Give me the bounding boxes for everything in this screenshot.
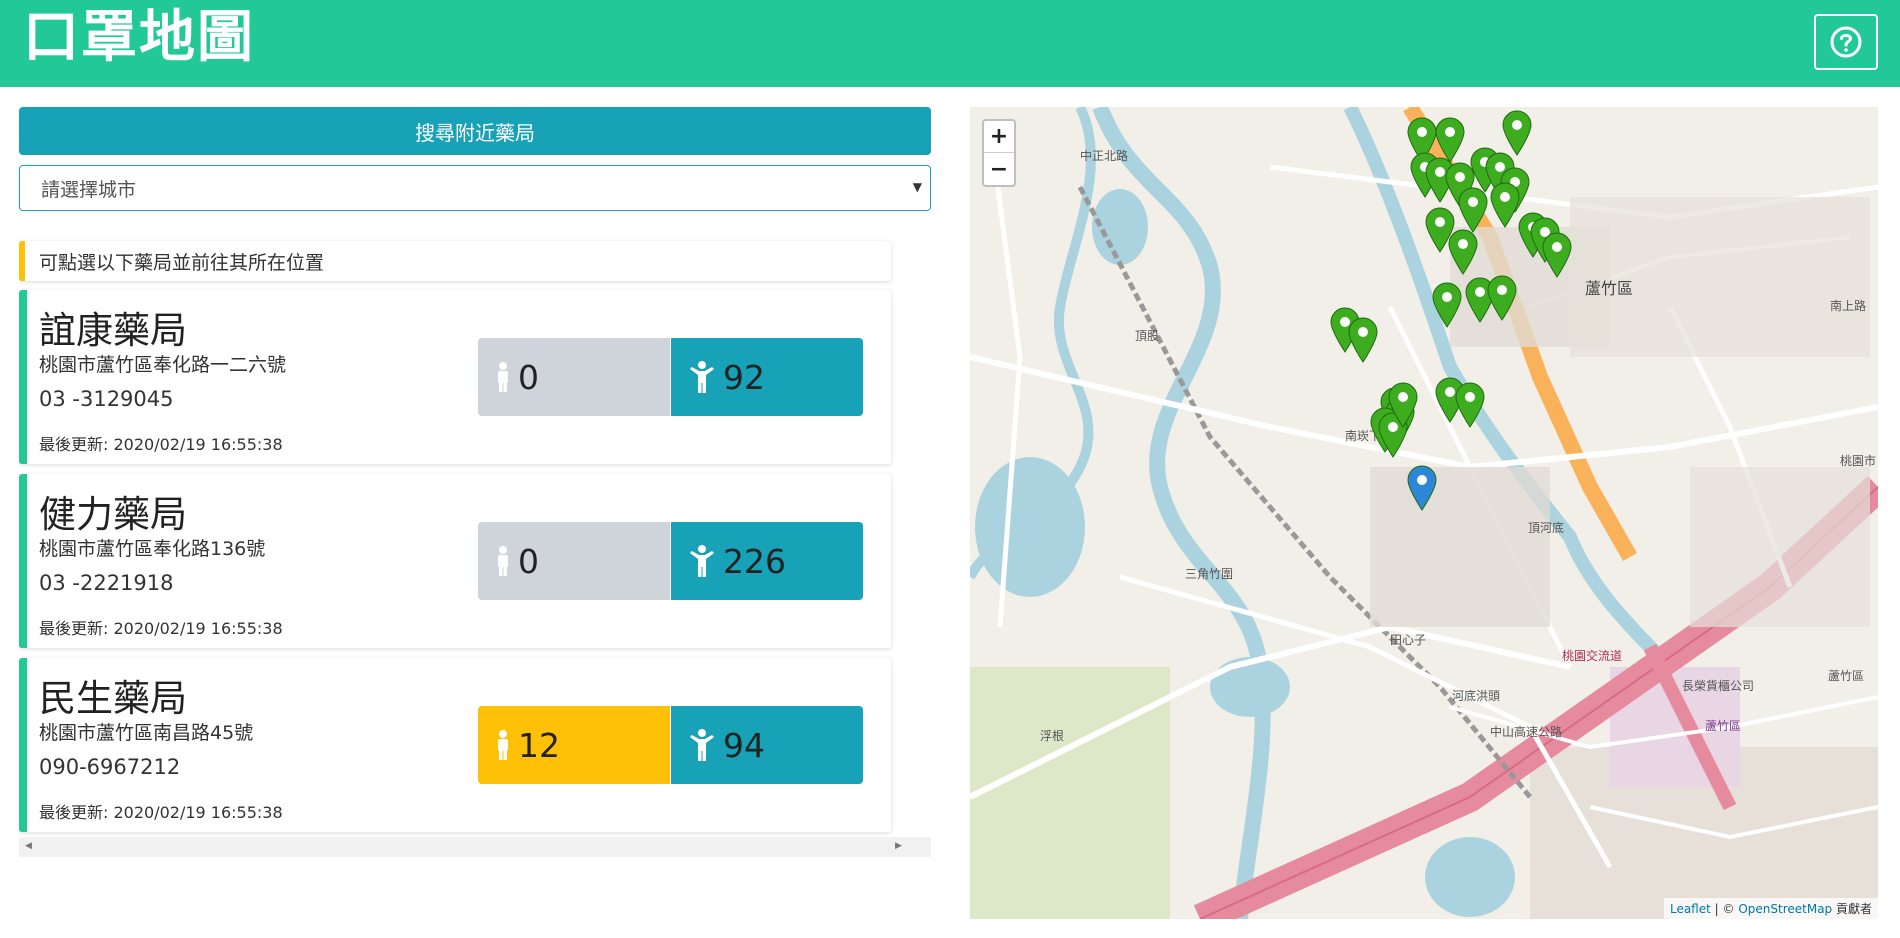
adult-count: 226	[723, 541, 786, 581]
map-pin-icon[interactable]	[1502, 110, 1532, 156]
pharmacy-address: 桃園市蘆竹區奉化路一二六號	[39, 354, 287, 376]
chevron-down-icon: ▼	[912, 180, 922, 194]
pharmacy-updated: 最後更新: 2020/02/19 16:55:38	[39, 803, 283, 822]
map-pin-icon[interactable]	[1448, 229, 1478, 275]
pharmacy-card[interactable]: 民生藥局 桃園市蘆竹區南昌路45號 090-6967212 最後更新: 2020…	[19, 658, 891, 832]
pharmacy-list[interactable]: 可點選以下藥局並前往其所在位置 誼康藥局 桃園市蘆竹區奉化路一二六號 03 -3…	[19, 233, 931, 857]
map-pin-icon[interactable]	[1487, 275, 1517, 321]
leaflet-link[interactable]: Leaflet	[1670, 902, 1711, 916]
map-label: 南上路	[1830, 299, 1867, 313]
map-pin-icon[interactable]	[1458, 187, 1488, 233]
map-pin-icon[interactable]	[1490, 182, 1520, 228]
map-label: 蘆竹區	[1585, 279, 1634, 298]
attribution-contributors: 貢獻者	[1832, 902, 1872, 916]
zoom-out-button[interactable]: −	[984, 153, 1014, 185]
map-label: 三角竹圍	[1185, 567, 1234, 581]
pharmacy-card[interactable]: 健力藥局 桃園市蘆竹區奉化路136號 03 -2221918 最後更新: 202…	[19, 474, 891, 648]
adult-icon	[690, 361, 714, 393]
attribution-separator: | ©	[1710, 902, 1739, 916]
help-button[interactable]	[1814, 14, 1878, 70]
pharmacy-name: 健力藥局	[39, 493, 187, 536]
child-icon	[498, 730, 508, 760]
map-pin-icon[interactable]	[1388, 382, 1418, 428]
map-label: 中山高速公路	[1490, 725, 1563, 739]
adult-mask-stock: 94	[671, 706, 863, 784]
pharmacy-phone: 03 -3129045	[39, 387, 174, 411]
map-label: 蘆竹區	[1705, 719, 1742, 733]
map-label: 浮根	[1040, 729, 1065, 743]
child-mask-stock: 12	[478, 706, 670, 784]
child-count: 0	[518, 357, 539, 397]
pharmacy-address: 桃園市蘆竹區奉化路136號	[39, 538, 266, 560]
scroll-right-arrow-icon[interactable]: ▶	[895, 841, 902, 851]
map-pin-icon[interactable]	[1407, 465, 1437, 511]
map-tiles	[970, 107, 1878, 919]
adult-mask-stock: 92	[671, 338, 863, 416]
child-count: 12	[518, 725, 560, 765]
app-header: 口罩地圖	[0, 0, 1900, 87]
child-icon	[498, 546, 508, 576]
scroll-left-arrow-icon[interactable]: ◀	[25, 841, 32, 851]
pharmacy-updated: 最後更新: 2020/02/19 16:55:38	[39, 435, 283, 454]
child-count: 0	[518, 541, 539, 581]
pharmacy-phone: 03 -2221918	[39, 571, 174, 595]
zoom-control: + −	[982, 119, 1016, 187]
city-select-value: 請選擇城市	[41, 178, 137, 201]
city-select[interactable]: 請選擇城市 ▼	[19, 165, 931, 211]
map-label: 頂股	[1135, 329, 1160, 343]
map-attribution: Leaflet | © OpenStreetMap 貢獻者	[1663, 898, 1878, 919]
map-label: 桃園交流道	[1562, 649, 1623, 663]
osm-link[interactable]: OpenStreetMap	[1738, 902, 1832, 916]
map-label: 中正北路	[1080, 149, 1129, 163]
adult-icon	[690, 545, 714, 577]
pharmacy-name: 民生藥局	[39, 677, 187, 720]
map-pin-icon[interactable]	[1432, 282, 1462, 328]
pharmacy-name: 誼康藥局	[39, 309, 187, 352]
map-label: 長榮貨櫃公司	[1682, 679, 1755, 693]
pharmacy-updated: 最後更新: 2020/02/19 16:55:38	[39, 619, 283, 638]
question-circle-icon	[1830, 26, 1862, 58]
map-pin-icon[interactable]	[1455, 382, 1485, 428]
map-view[interactable]: 中正北路 頂股 南崁下 三角竹圍 蘆竹區 田心子 河底洪頭 桃園交流道 中山高速…	[970, 107, 1878, 919]
map-label: 頂河底	[1528, 521, 1565, 535]
adult-icon	[690, 729, 714, 761]
child-mask-stock: 0	[478, 338, 670, 416]
adult-count: 94	[723, 725, 765, 765]
adult-mask-stock: 226	[671, 522, 863, 600]
map-label: 田心子	[1390, 633, 1427, 647]
horizontal-scrollbar[interactable]: ◀ ▶	[19, 837, 931, 857]
map-pin-icon[interactable]	[1348, 317, 1378, 363]
pharmacy-card[interactable]: 誼康藥局 桃園市蘆竹區奉化路一二六號 03 -3129045 最後更新: 202…	[19, 290, 891, 464]
child-icon	[498, 362, 508, 392]
notice-banner: 可點選以下藥局並前往其所在位置	[19, 241, 891, 281]
adult-count: 92	[723, 357, 765, 397]
map-label: 桃園市	[1840, 454, 1877, 468]
pharmacy-address: 桃園市蘆竹區南昌路45號	[39, 722, 254, 744]
search-nearby-button[interactable]: 搜尋附近藥局	[19, 107, 931, 155]
zoom-in-button[interactable]: +	[984, 121, 1014, 153]
pharmacy-phone: 090-6967212	[39, 755, 181, 779]
map-label: 蘆竹區	[1828, 669, 1865, 683]
child-mask-stock: 0	[478, 522, 670, 600]
map-label: 河底洪頭	[1452, 689, 1501, 703]
app-title: 口罩地圖	[23, 5, 255, 70]
map-pin-icon[interactable]	[1542, 232, 1572, 278]
